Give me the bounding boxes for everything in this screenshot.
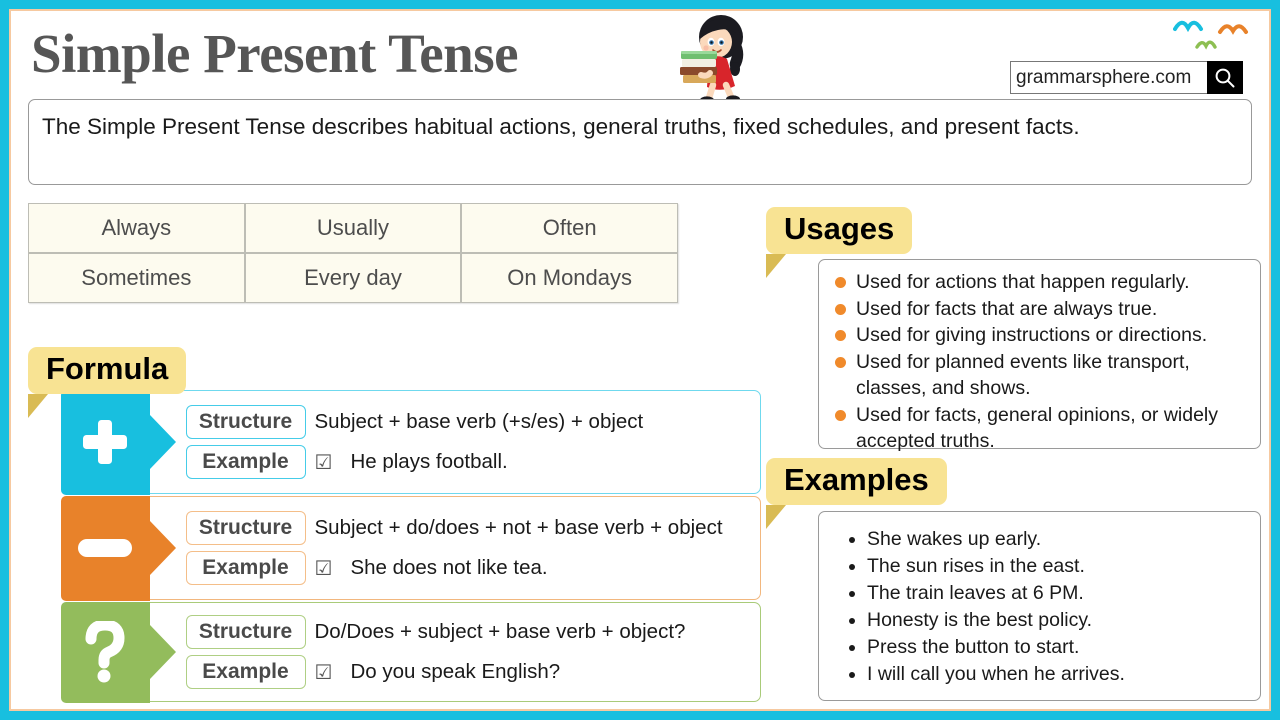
- example-tag: Example: [185, 655, 306, 689]
- example-text: She does not like tea.: [350, 556, 548, 579]
- example-tag: Example: [185, 551, 306, 585]
- structure-tag: Structure: [185, 511, 306, 545]
- formula-row-question: Structure Do/Does + subject + base verb …: [60, 601, 761, 703]
- formula-body: Structure Do/Does + subject + base verb …: [150, 603, 761, 701]
- header: Simple Present Tense: [11, 11, 1269, 104]
- example-line: Example ☑ He plays football.: [185, 445, 761, 479]
- list-item: I will call you when he arrives.: [867, 661, 1246, 688]
- list-item: Used for facts, general opinions, or wid…: [829, 402, 1246, 455]
- usages-panel: Used for actions that happen regularly. …: [818, 259, 1261, 452]
- list-item: The sun rises in the east.: [867, 553, 1246, 580]
- formula-row-positive: Structure Subject + base verb (+s/es) + …: [60, 389, 761, 495]
- table-cell-always: Always: [28, 203, 245, 253]
- check-circle-icon: ☑: [314, 661, 333, 684]
- search-input[interactable]: [1010, 61, 1207, 94]
- question-sign-block: [60, 601, 150, 703]
- example-line: Example ☑ Do you speak English?: [185, 655, 761, 689]
- minus-icon: [78, 539, 132, 557]
- structure-text: Subject + base verb (+s/es) + object: [314, 410, 644, 433]
- plus-icon: [83, 420, 127, 464]
- usages-list: Used for actions that happen regularly. …: [829, 269, 1246, 455]
- list-item: She wakes up early.: [867, 526, 1246, 553]
- plus-sign-block: [60, 389, 150, 495]
- intro-description-box: The Simple Present Tense describes habit…: [28, 99, 1252, 185]
- section-banner-examples: Examples: [766, 458, 947, 529]
- girl-carrying-books-illustration: [680, 15, 744, 104]
- examples-panel: She wakes up early. The sun rises in the…: [818, 511, 1261, 701]
- table-cell-often: Often: [461, 203, 678, 253]
- structure-text: Subject + do/does + not + base verb + ob…: [314, 516, 723, 539]
- structure-line: Structure Subject + do/does + not + base…: [185, 511, 761, 545]
- search-icon: [1215, 68, 1235, 87]
- table-cell-usually: Usually: [244, 203, 462, 253]
- infographic-page: Simple Present Tense grammarsphere.com T…: [0, 0, 1280, 720]
- search-button[interactable]: [1207, 61, 1243, 94]
- list-item: The train leaves at 6 PM.: [867, 580, 1246, 607]
- structure-line: Structure Do/Does + subject + base verb …: [185, 615, 761, 649]
- formula-body: Structure Subject + base verb (+s/es) + …: [150, 391, 761, 493]
- table-row: Sometimes Every day On Mondays: [28, 253, 678, 303]
- table-row: Always Usually Often: [28, 203, 678, 253]
- search-box[interactable]: [1010, 61, 1243, 94]
- examples-list: She wakes up early. The sun rises in the…: [843, 526, 1246, 688]
- minus-sign-block: [60, 495, 150, 601]
- formula-body: Structure Subject + do/does + not + base…: [150, 497, 761, 599]
- check-circle-icon: ☑: [314, 451, 333, 474]
- page-title: Simple Present Tense: [31, 23, 519, 84]
- formula-row-negative: Structure Subject + do/does + not + base…: [60, 495, 761, 601]
- intro-text: The Simple Present Tense describes habit…: [42, 114, 1080, 139]
- example-tag: Example: [185, 445, 306, 479]
- check-circle-icon: ☑: [314, 557, 333, 580]
- example-text: Do you speak English?: [350, 660, 561, 683]
- structure-line: Structure Subject + base verb (+s/es) + …: [185, 405, 761, 439]
- question-mark-icon: [85, 621, 125, 683]
- example-line: Example ☑ She does not like tea.: [185, 551, 761, 585]
- list-item: Used for planned events like transport, …: [829, 349, 1246, 402]
- example-text: He plays football.: [350, 450, 508, 473]
- inner-frame: Simple Present Tense grammarsphere.com T…: [9, 9, 1271, 711]
- flying-birds-icon: [1173, 20, 1248, 50]
- list-item: Used for facts that are always true.: [829, 296, 1246, 323]
- table-cell-sometimes: Sometimes: [28, 253, 245, 303]
- structure-tag: Structure: [185, 405, 306, 439]
- list-item: Press the button to start.: [867, 634, 1246, 661]
- table-cell-every-day: Every day: [244, 253, 462, 303]
- list-item: Honesty is the best policy.: [867, 607, 1246, 634]
- time-adverbs-table: Always Usually Often Sometimes Every day…: [28, 203, 678, 303]
- section-banner-usages: Usages: [766, 207, 913, 278]
- section-banner-formula: Formula: [28, 347, 187, 418]
- structure-tag: Structure: [185, 615, 306, 649]
- list-item: Used for giving instructions or directio…: [829, 322, 1246, 349]
- structure-text: Do/Does + subject + base verb + object?: [314, 620, 686, 643]
- table-cell-on-mondays: On Mondays: [461, 253, 678, 303]
- list-item: Used for actions that happen regularly.: [829, 269, 1246, 296]
